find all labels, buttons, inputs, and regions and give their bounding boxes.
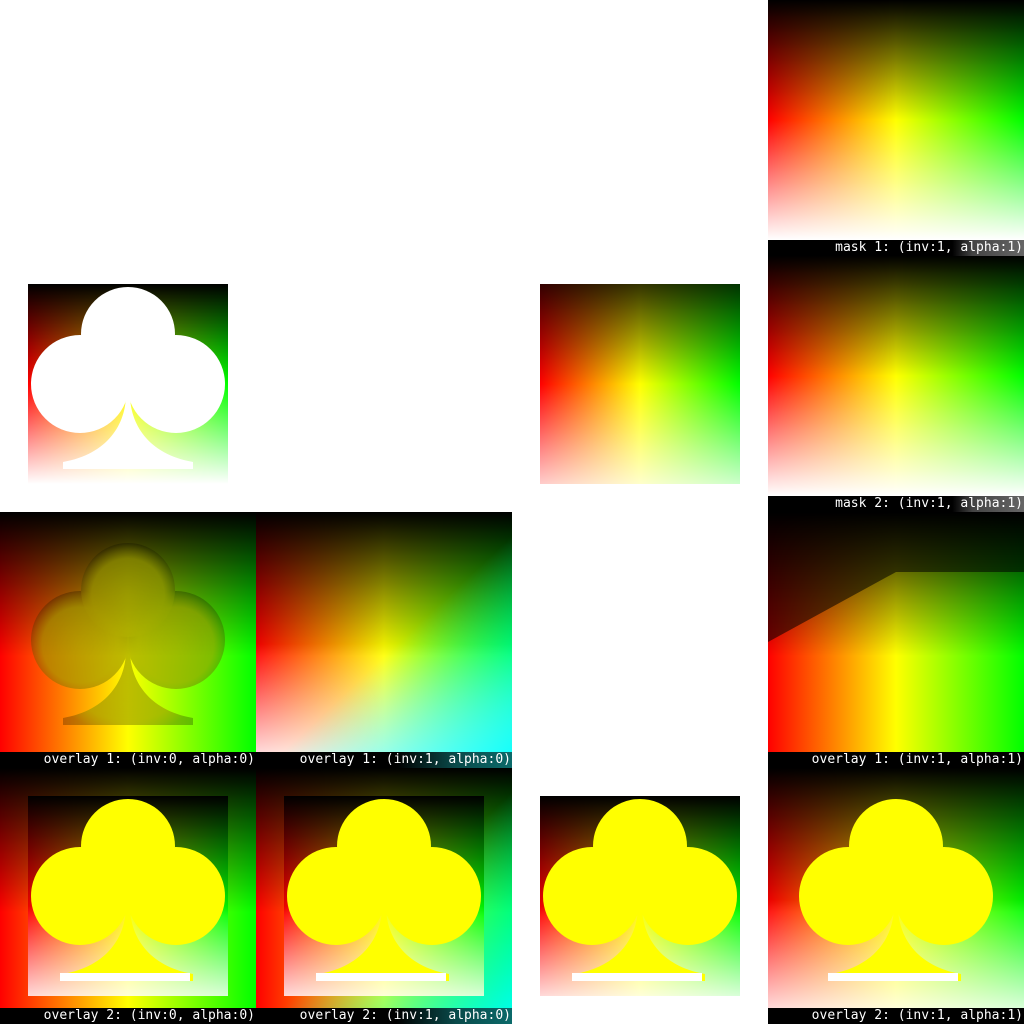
club-icon [0, 512, 256, 752]
cell-overlay-2-inv1-alpha1: overlay 2: (inv:1, alpha:1) [768, 768, 1024, 1024]
club-icon [31, 31, 225, 213]
club-icon [28, 284, 228, 484]
cell-r2c1 [0, 256, 256, 512]
overlay-2-inv0-label: overlay 2: (inv:0, alpha:0) [0, 1008, 256, 1024]
club-icon [543, 31, 737, 213]
club-icon [540, 796, 740, 996]
club-icon [287, 287, 481, 469]
cell-mask-2: mask 2: (inv:1, alpha:1) [768, 256, 1024, 512]
cell-r4c3 [512, 768, 768, 1024]
cell-r1c1 [0, 0, 256, 256]
overlay-1-inv1-alpha1-label: overlay 1: (inv:1, alpha:1) [768, 752, 1024, 768]
cell-mask-1: mask 1: (inv:1, alpha:1) [768, 0, 1024, 256]
cell-overlay-1-inv0: overlay 1: (inv:0, alpha:0) [0, 512, 256, 768]
cell-overlay-1-inv1-alpha0: overlay 1: (inv:1, alpha:0) [256, 512, 512, 768]
club-icon [0, 768, 256, 1008]
overlay-1-inv1-alpha0-label: overlay 1: (inv:1, alpha:0) [256, 752, 512, 768]
cell-overlay-1-inv1-alpha1: overlay 1: (inv:1, alpha:1) [768, 512, 1024, 768]
mask-1-label: mask 1: (inv:1, alpha:1) [768, 240, 1024, 256]
cell-r2c3 [512, 256, 768, 512]
club-icon [768, 768, 1024, 1008]
overlay-2-inv1-alpha0-label: overlay 2: (inv:1, alpha:0) [256, 1008, 512, 1024]
gradient-field [768, 0, 1024, 240]
gradient-field [768, 256, 1024, 496]
gradient-square [540, 284, 740, 484]
cell-overlay-2-inv0: overlay 2: (inv:0, alpha:0) [0, 768, 256, 1024]
overlay-2-inv1-alpha1-label: overlay 2: (inv:1, alpha:1) [768, 1008, 1024, 1024]
cell-overlay-2-inv1-alpha0: overlay 2: (inv:1, alpha:0) [256, 768, 512, 1024]
mask-2-label: mask 2: (inv:1, alpha:1) [768, 496, 1024, 512]
overlay-1-inv0-label: overlay 1: (inv:0, alpha:0) [0, 752, 256, 768]
cell-r1c3 [512, 0, 768, 256]
club-icon [256, 512, 512, 752]
club-icon [543, 543, 737, 725]
club-icon [256, 768, 512, 1008]
cell-r2c2 [256, 256, 512, 512]
cell-r3c3 [512, 512, 768, 768]
gradient-field [768, 512, 1024, 752]
cell-r1c2-blank [256, 0, 512, 256]
